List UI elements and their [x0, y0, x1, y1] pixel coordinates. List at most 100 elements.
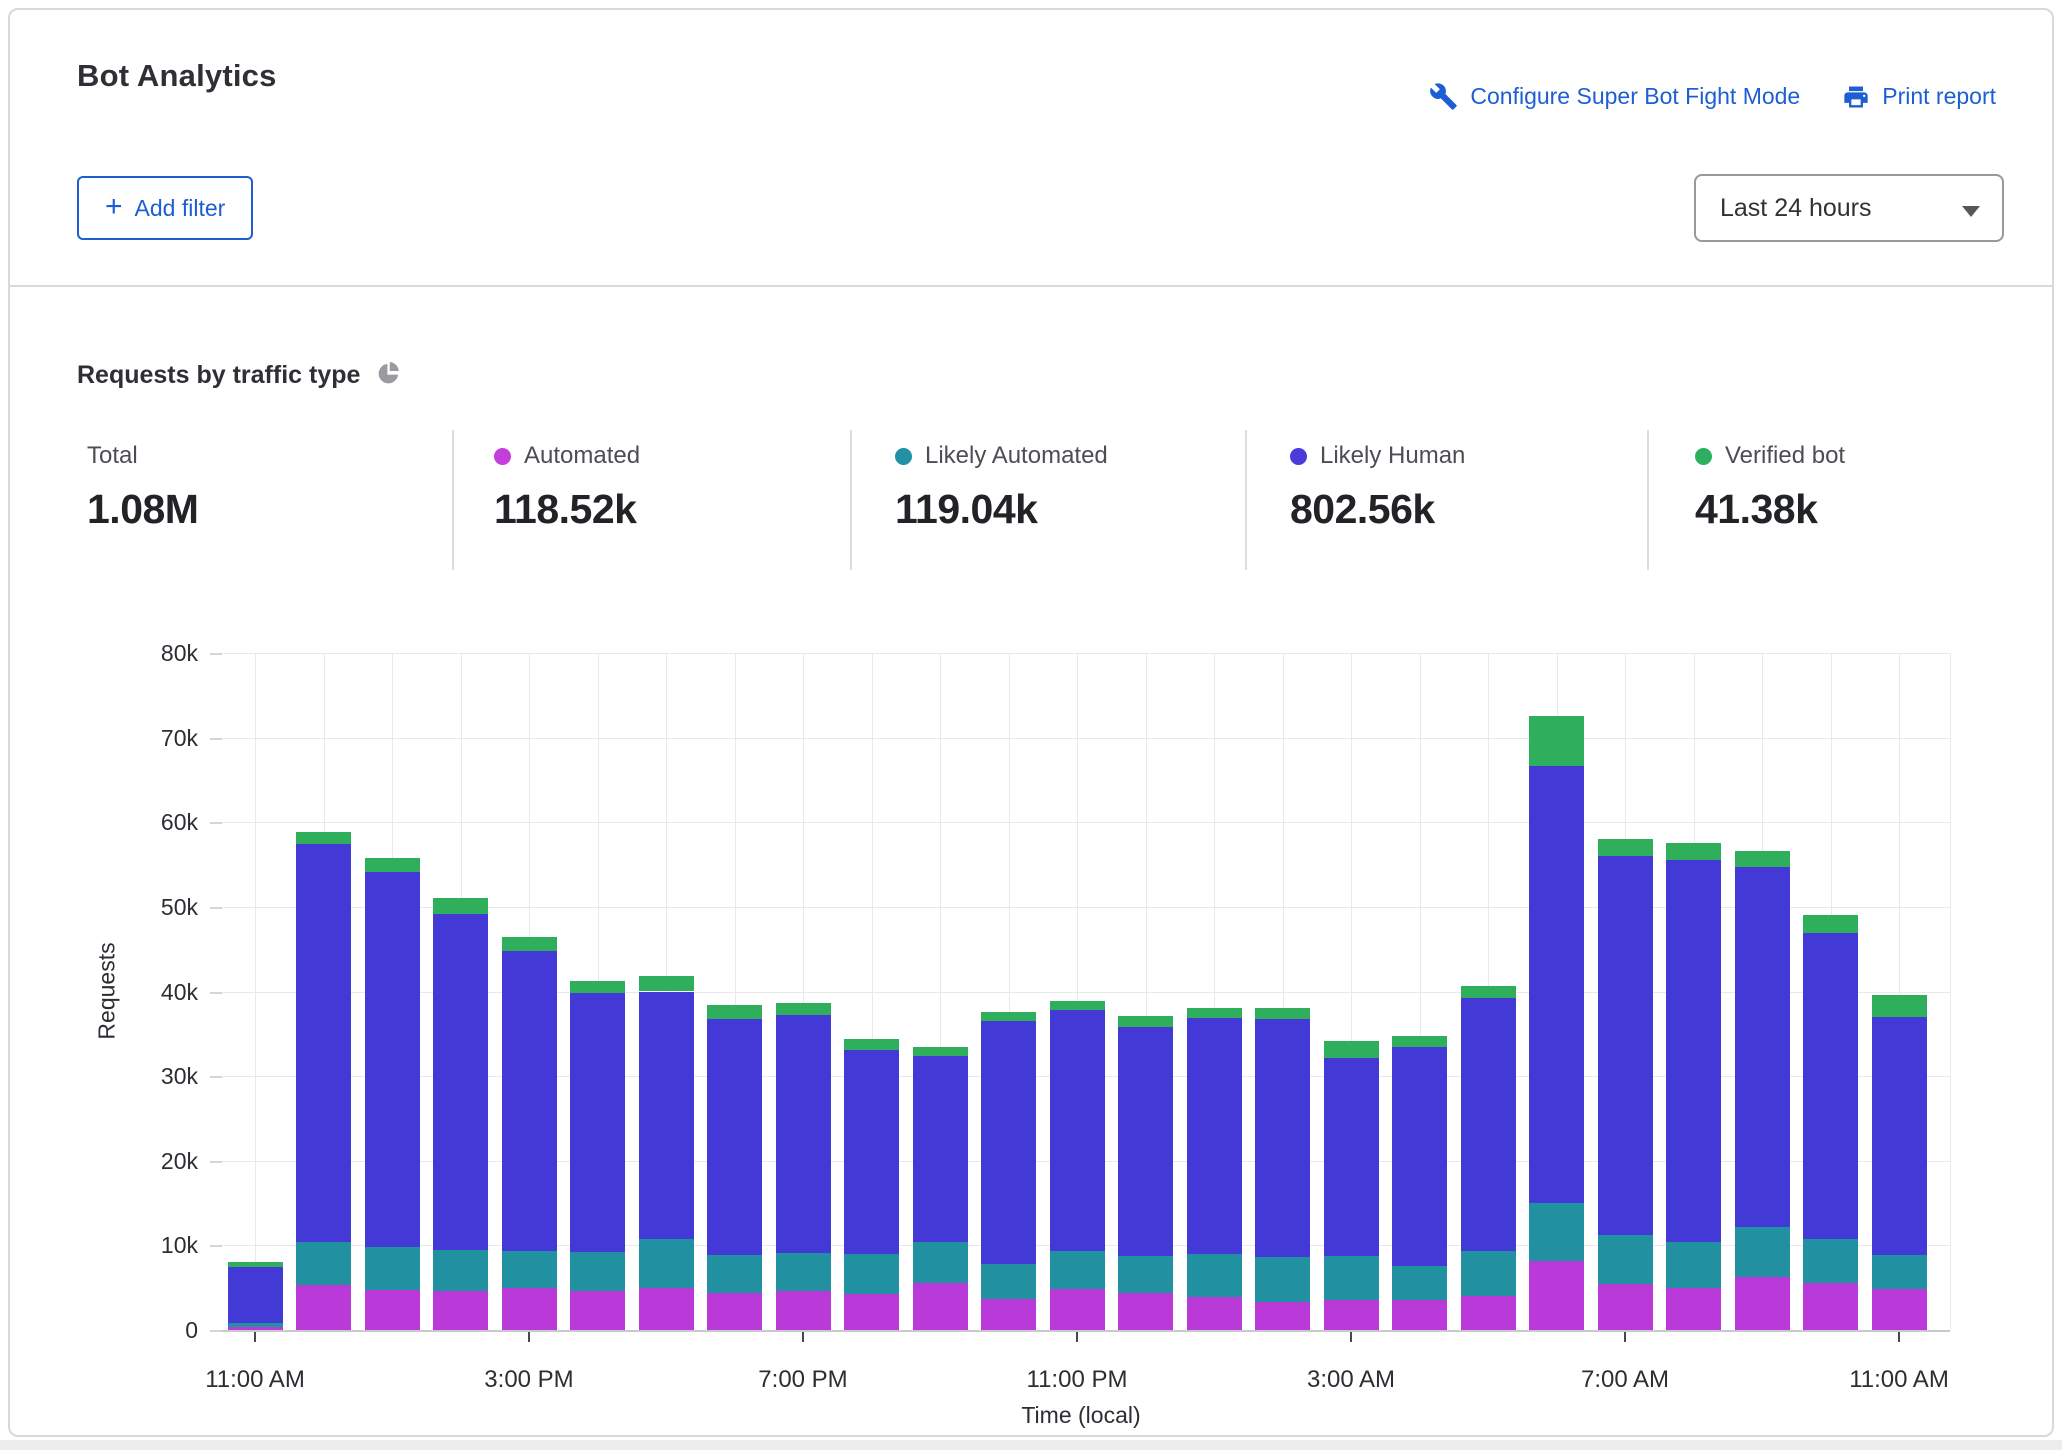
bar-segment-likely-automated[interactable]: [1735, 1227, 1790, 1277]
bar[interactable]: [981, 653, 1036, 1330]
bar[interactable]: [433, 653, 488, 1330]
bar-segment-automated[interactable]: [1187, 1297, 1242, 1330]
bar-segment-verified-bot[interactable]: [1735, 851, 1790, 867]
bar-segment-verified-bot[interactable]: [913, 1047, 968, 1055]
bar[interactable]: [639, 653, 694, 1330]
bar-segment-likely-automated[interactable]: [1529, 1203, 1584, 1261]
bar[interactable]: [502, 653, 557, 1330]
bar-segment-likely-automated[interactable]: [981, 1264, 1036, 1299]
bar-segment-likely-human[interactable]: [1118, 1027, 1173, 1256]
bar-segment-automated[interactable]: [981, 1299, 1036, 1330]
bar-segment-verified-bot[interactable]: [707, 1005, 762, 1019]
bar-segment-likely-automated[interactable]: [639, 1239, 694, 1287]
bar-segment-automated[interactable]: [1598, 1284, 1653, 1330]
bar-segment-verified-bot[interactable]: [1598, 839, 1653, 856]
bar-segment-likely-human[interactable]: [981, 1021, 1036, 1264]
bar-segment-automated[interactable]: [1255, 1302, 1310, 1330]
bar-segment-verified-bot[interactable]: [570, 981, 625, 993]
bar-segment-verified-bot[interactable]: [981, 1012, 1036, 1021]
bar[interactable]: [365, 653, 420, 1330]
bar-segment-verified-bot[interactable]: [1392, 1036, 1447, 1047]
bar-segment-likely-human[interactable]: [1598, 856, 1653, 1235]
bar-segment-likely-human[interactable]: [776, 1015, 831, 1253]
bar-segment-likely-automated[interactable]: [365, 1247, 420, 1290]
bar-segment-likely-automated[interactable]: [1872, 1255, 1927, 1290]
bar[interactable]: [1392, 653, 1447, 1330]
bar-segment-automated[interactable]: [1324, 1300, 1379, 1330]
bar-segment-likely-human[interactable]: [365, 872, 420, 1247]
bar-segment-likely-human[interactable]: [1050, 1010, 1105, 1251]
bar-segment-automated[interactable]: [1392, 1300, 1447, 1330]
bar-segment-likely-human[interactable]: [913, 1056, 968, 1242]
bar-segment-likely-human[interactable]: [1803, 933, 1858, 1239]
bar-segment-verified-bot[interactable]: [502, 937, 557, 951]
bar-segment-verified-bot[interactable]: [1324, 1041, 1379, 1057]
bar-segment-likely-automated[interactable]: [1392, 1266, 1447, 1300]
bar-segment-likely-automated[interactable]: [776, 1253, 831, 1291]
bar-segment-likely-human[interactable]: [296, 844, 351, 1242]
bar-segment-likely-human[interactable]: [1187, 1018, 1242, 1254]
bar-segment-likely-human[interactable]: [707, 1019, 762, 1254]
bar-segment-verified-bot[interactable]: [1118, 1016, 1173, 1027]
bar[interactable]: [707, 653, 762, 1330]
bar-segment-automated[interactable]: [1666, 1288, 1721, 1330]
bar-segment-likely-human[interactable]: [1255, 1019, 1310, 1258]
bar[interactable]: [1666, 653, 1721, 1330]
bar-segment-likely-human[interactable]: [1872, 1017, 1927, 1255]
bar-segment-likely-human[interactable]: [844, 1050, 899, 1254]
bar[interactable]: [1187, 653, 1242, 1330]
bar-segment-likely-human[interactable]: [1529, 766, 1584, 1203]
bar-segment-verified-bot[interactable]: [776, 1003, 831, 1015]
bar-segment-verified-bot[interactable]: [1187, 1008, 1242, 1018]
bar-segment-likely-automated[interactable]: [433, 1250, 488, 1291]
bar-segment-likely-automated[interactable]: [1050, 1251, 1105, 1289]
bar[interactable]: [913, 653, 968, 1330]
bar-segment-likely-automated[interactable]: [502, 1251, 557, 1287]
bar-segment-verified-bot[interactable]: [1529, 716, 1584, 767]
bar-segment-verified-bot[interactable]: [639, 976, 694, 991]
bar-segment-likely-human[interactable]: [1392, 1047, 1447, 1265]
bar-segment-likely-automated[interactable]: [1598, 1235, 1653, 1284]
bar-segment-automated[interactable]: [913, 1283, 968, 1330]
bar-segment-likely-human[interactable]: [1461, 998, 1516, 1251]
bar-segment-automated[interactable]: [433, 1291, 488, 1330]
bar[interactable]: [570, 653, 625, 1330]
bar[interactable]: [1255, 653, 1310, 1330]
bar-segment-likely-automated[interactable]: [1324, 1256, 1379, 1299]
bar-segment-likely-human[interactable]: [639, 992, 694, 1240]
bar-segment-automated[interactable]: [776, 1291, 831, 1330]
bar-segment-verified-bot[interactable]: [1050, 1001, 1105, 1010]
bar-segment-likely-automated[interactable]: [296, 1242, 351, 1285]
bar-segment-likely-human[interactable]: [502, 951, 557, 1251]
bar-segment-automated[interactable]: [844, 1294, 899, 1330]
bar-segment-verified-bot[interactable]: [365, 858, 420, 872]
bar-segment-verified-bot[interactable]: [1803, 915, 1858, 933]
bar-segment-likely-human[interactable]: [1666, 860, 1721, 1242]
bar-segment-automated[interactable]: [1529, 1261, 1584, 1330]
bar-segment-automated[interactable]: [570, 1291, 625, 1330]
bar[interactable]: [296, 653, 351, 1330]
bar-segment-automated[interactable]: [365, 1290, 420, 1330]
bar-segment-automated[interactable]: [707, 1293, 762, 1330]
bar-segment-verified-bot[interactable]: [228, 1262, 283, 1266]
bar[interactable]: [776, 653, 831, 1330]
bar-segment-verified-bot[interactable]: [296, 832, 351, 844]
bar-segment-likely-human[interactable]: [1735, 867, 1790, 1227]
bar-segment-likely-automated[interactable]: [844, 1254, 899, 1294]
bar-segment-automated[interactable]: [1872, 1289, 1927, 1330]
bar-segment-automated[interactable]: [1803, 1283, 1858, 1330]
bar-segment-likely-automated[interactable]: [1118, 1256, 1173, 1292]
bar-segment-automated[interactable]: [1118, 1293, 1173, 1330]
bar-segment-automated[interactable]: [1050, 1289, 1105, 1330]
bar[interactable]: [844, 653, 899, 1330]
bar[interactable]: [1872, 653, 1927, 1330]
bar[interactable]: [1803, 653, 1858, 1330]
bar-segment-automated[interactable]: [1735, 1277, 1790, 1330]
bar-segment-verified-bot[interactable]: [1872, 995, 1927, 1017]
bar-segment-likely-human[interactable]: [433, 914, 488, 1250]
bar-segment-likely-automated[interactable]: [228, 1323, 283, 1327]
bar[interactable]: [1050, 653, 1105, 1330]
bar-segment-automated[interactable]: [1461, 1296, 1516, 1330]
bar[interactable]: [1324, 653, 1379, 1330]
bar-segment-likely-automated[interactable]: [707, 1255, 762, 1293]
